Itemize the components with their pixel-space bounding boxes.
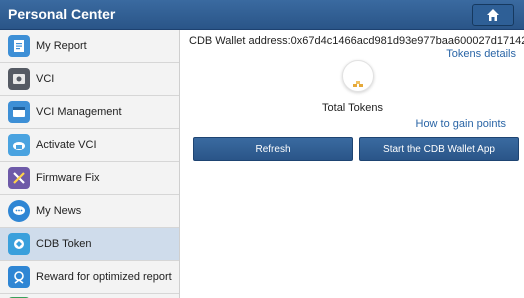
sidebar-item-reward-report[interactable]: Reward for optimized report	[0, 261, 179, 294]
reward-icon	[8, 266, 30, 288]
sidebar: My Report VCI VCI Management Activate VC…	[0, 30, 180, 298]
sidebar-item-label: Reward for optimized report	[36, 271, 172, 283]
vci-management-icon	[8, 101, 30, 123]
home-button[interactable]	[472, 4, 514, 26]
sidebar-item-my-news[interactable]: My News	[0, 195, 179, 228]
sidebar-item-label: CDB Token	[36, 238, 92, 250]
sidebar-item-label: VCI	[36, 73, 55, 85]
wrench-icon	[8, 167, 30, 189]
sidebar-item-firmware-fix[interactable]: Firmware Fix	[0, 162, 179, 195]
sidebar-item-label: VCI Management	[36, 106, 122, 118]
total-tokens-label: Total Tokens	[322, 102, 383, 114]
tokens-details-link[interactable]: Tokens details	[446, 48, 516, 60]
vci-icon	[8, 68, 30, 90]
main-panel: CDB Wallet address:0x67d4c1466acd981d93e…	[181, 30, 524, 298]
sidebar-item-activate-vci[interactable]: Activate VCI	[0, 129, 179, 162]
sidebar-item-label: Activate VCI	[36, 139, 97, 151]
home-icon	[487, 9, 499, 21]
sidebar-item-label: My Report	[36, 40, 87, 52]
sidebar-item-cdb-token[interactable]: CDB Token	[0, 228, 179, 261]
report-icon	[8, 35, 30, 57]
start-cdb-wallet-button[interactable]: Start the CDB Wallet App	[359, 137, 519, 161]
sidebar-item-vci[interactable]: VCI	[0, 63, 179, 96]
activate-vci-icon	[8, 134, 30, 156]
wallet-address: CDB Wallet address:0x67d4c1466acd981d93e…	[189, 35, 524, 47]
title-bar: Personal Center	[0, 0, 524, 30]
coin-stack-icon	[353, 81, 363, 87]
sidebar-item-partial[interactable]	[0, 294, 179, 298]
sidebar-item-label: Firmware Fix	[36, 172, 100, 184]
refresh-button[interactable]: Refresh	[193, 137, 353, 161]
token-balance-circle	[342, 60, 374, 92]
how-to-gain-points-link[interactable]: How to gain points	[416, 118, 507, 130]
token-icon	[8, 233, 30, 255]
chat-bubble-icon	[8, 200, 30, 222]
sidebar-item-label: My News	[36, 205, 82, 217]
sidebar-item-my-report[interactable]: My Report	[0, 30, 179, 63]
page-title: Personal Center	[8, 6, 116, 22]
sidebar-item-vci-management[interactable]: VCI Management	[0, 96, 179, 129]
